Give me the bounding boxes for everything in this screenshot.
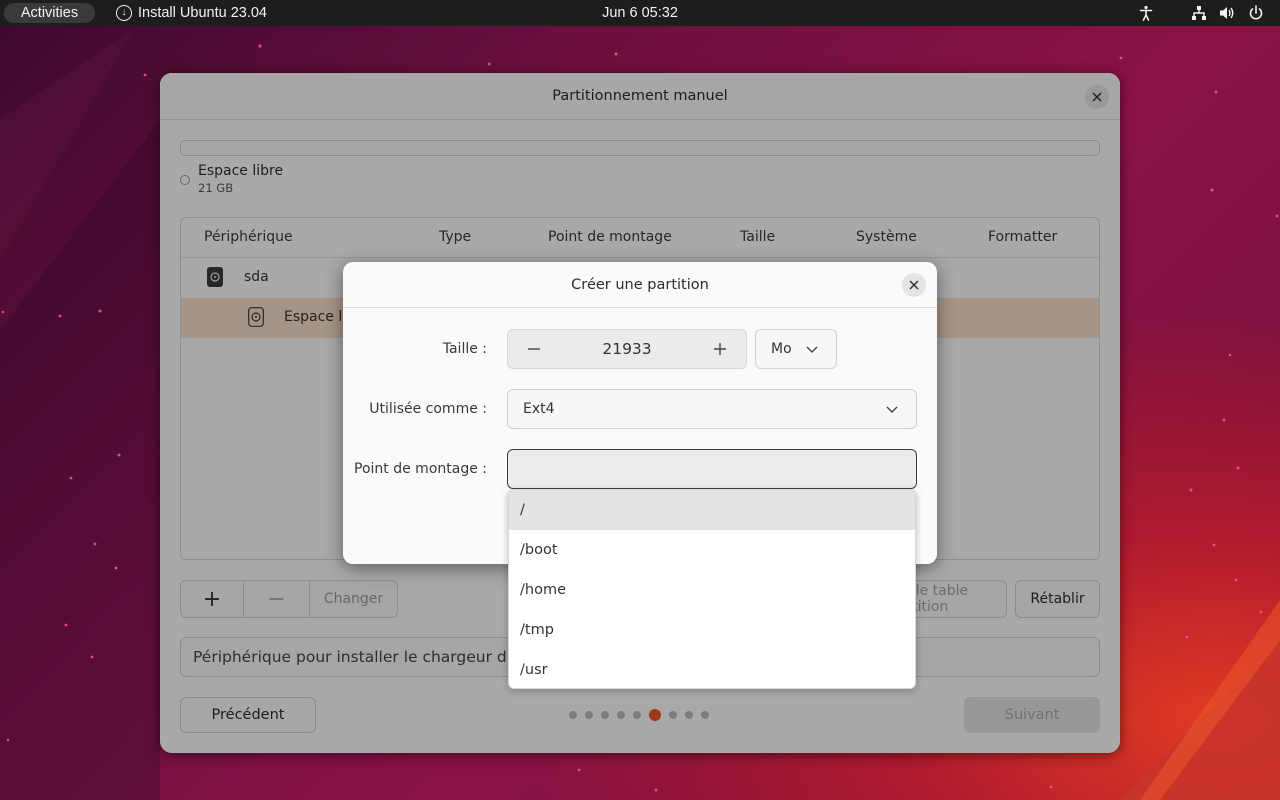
accessibility-icon[interactable] xyxy=(1138,5,1154,21)
mount-point-dropdown: / /boot /home /tmp /usr xyxy=(508,489,916,689)
dropdown-option-boot[interactable]: /boot xyxy=(509,530,915,570)
use-as-label: Utilisée comme : xyxy=(369,401,487,417)
size-unit-value: Mo xyxy=(771,341,792,357)
chevron-down-icon xyxy=(806,346,818,353)
filesystem-select[interactable]: Ext4 xyxy=(507,389,917,429)
dialog-header: Créer une partition xyxy=(343,262,937,308)
download-icon: ↓ xyxy=(116,5,132,21)
app-indicator[interactable]: ↓ Install Ubuntu 23.04 xyxy=(116,0,267,26)
volume-icon[interactable] xyxy=(1219,5,1235,21)
size-label: Taille : xyxy=(442,341,487,357)
plus-icon xyxy=(714,343,726,355)
close-icon xyxy=(909,280,919,290)
dropdown-option-home[interactable]: /home xyxy=(509,570,915,610)
system-tray[interactable] xyxy=(1138,0,1264,26)
minus-icon xyxy=(528,348,540,350)
filesystem-value: Ext4 xyxy=(523,401,555,417)
dropdown-option-tmp[interactable]: /tmp xyxy=(509,610,915,650)
dialog-close-button[interactable] xyxy=(902,273,926,297)
top-bar: Activities ↓ Install Ubuntu 23.04 Jun 6 … xyxy=(0,0,1280,26)
dialog-title: Créer une partition xyxy=(571,276,709,293)
mount-point-input[interactable] xyxy=(507,449,917,489)
power-icon[interactable] xyxy=(1248,5,1264,21)
network-icon[interactable] xyxy=(1191,5,1207,21)
size-stepper: 21933 xyxy=(507,329,747,369)
increment-button[interactable] xyxy=(694,330,746,368)
size-input[interactable]: 21933 xyxy=(560,330,694,368)
activities-button[interactable]: Activities xyxy=(4,3,95,23)
chevron-down-icon xyxy=(886,406,898,413)
decrement-button[interactable] xyxy=(508,330,560,368)
dropdown-option-root[interactable]: / xyxy=(509,490,915,530)
dropdown-option-usr[interactable]: /usr xyxy=(509,650,915,688)
mount-point-label: Point de montage : xyxy=(354,461,487,477)
size-unit-select[interactable]: Mo xyxy=(755,329,837,369)
app-name: Install Ubuntu 23.04 xyxy=(138,5,267,21)
clock-label[interactable]: Jun 6 05:32 xyxy=(602,5,678,21)
